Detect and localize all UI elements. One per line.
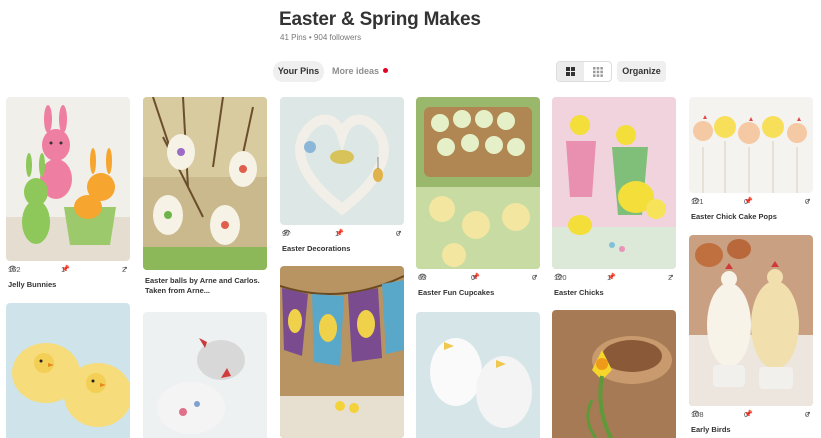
chick-cake-pops-image [689,97,813,193]
view-toggle [556,61,612,82]
pin-card[interactable]: 👁 120 📌 1 ↗ 2 Easter Chicks [552,97,676,298]
pin-image[interactable] [552,97,676,269]
pin-image[interactable] [280,97,404,225]
pin-card[interactable] [280,266,404,438]
organize-button[interactable]: Organize [617,61,666,82]
pin-stats: 👁 108 📌 0 ↗ 0 [691,410,811,419]
pin-card[interactable] [552,310,676,438]
pin-stats: 👁 120 📌 1 ↗ 2 [554,273,674,282]
pin-card[interactable]: 👁 63 📌 0 ↗ 0 Easter Fun Cupcakes [416,97,540,298]
grid-small-icon [592,66,603,77]
pin-card[interactable] [416,312,540,438]
grid-large-view-button[interactable] [557,62,584,81]
pin-image[interactable] [416,312,540,438]
pin-image[interactable] [6,303,130,438]
pin-stats: 👁 63 📌 0 ↗ 0 [418,273,538,282]
board-title: Easter & Spring Makes [279,9,481,30]
board-meta: 41 Pins • 904 followers [280,33,362,42]
knitted-easter-eggs-image [143,97,267,270]
pin-card[interactable]: 👁 121 📌 0 ↗ 0 Easter Chick Cake Pops [689,97,813,222]
pin-title[interactable]: Easter Chick Cake Pops [689,212,813,222]
pin-title[interactable]: Early Birds [689,425,813,435]
pin-image[interactable] [280,266,404,438]
tab-more-ideas-label: More ideas [332,66,380,76]
notification-dot [383,68,389,73]
pin-card[interactable] [6,303,130,438]
pin-card[interactable]: 👁 97 📌 1 ↗ 0 Easter Decorations [280,97,404,254]
knitted-egg-cosies-image [689,235,813,406]
tab-your-pins[interactable]: Your Pins [273,61,324,82]
knitted-chick-slippers-image [6,303,130,438]
pin-image[interactable] [143,97,267,270]
pin-card[interactable]: 👁 108 📌 0 ↗ 0 Early Birds [689,235,813,435]
pin-stats: 👁 121 📌 0 ↗ 0 [691,197,811,206]
pin-card[interactable] [143,312,267,438]
pin-title[interactable]: Easter Fun Cupcakes [416,288,540,298]
crochet-daffodil-pot-image [552,310,676,438]
pin-image[interactable] [689,97,813,193]
pin-image[interactable] [689,235,813,406]
pin-card[interactable]: 👁 162 📌 1 ↗ 2 Jelly Bunnies [6,97,130,290]
pin-stats: 👁 162 📌 1 ↗ 2 [8,265,128,274]
grid-large-icon [566,67,575,76]
pin-title[interactable]: Easter Chicks [552,288,676,298]
pin-title[interactable]: Easter Decorations [280,244,404,254]
knitted-bunnies-image [6,97,130,261]
egg-bunting-image [280,266,404,438]
pin-title[interactable]: Jelly Bunnies [6,280,130,290]
pin-card[interactable]: Easter balls by Arne and Carlos. Taken f… [143,97,267,296]
knitted-easter-chicks-image [552,97,676,269]
pin-title[interactable]: Easter balls by Arne and Carlos. Taken f… [143,276,267,296]
pin-image[interactable] [416,97,540,269]
tab-more-ideas[interactable]: More ideas [332,61,389,82]
pin-stats: 👁 97 📌 1 ↗ 0 [282,229,402,238]
easter-cupcakes-image [416,97,540,269]
fabric-hens-image [143,312,267,438]
knitted-baby-booties-image [416,312,540,438]
wicker-heart-wreath-image [280,97,404,225]
grid-small-view-button[interactable] [584,62,611,81]
pin-image[interactable] [143,312,267,438]
pin-image[interactable] [552,310,676,438]
pin-image[interactable] [6,97,130,261]
